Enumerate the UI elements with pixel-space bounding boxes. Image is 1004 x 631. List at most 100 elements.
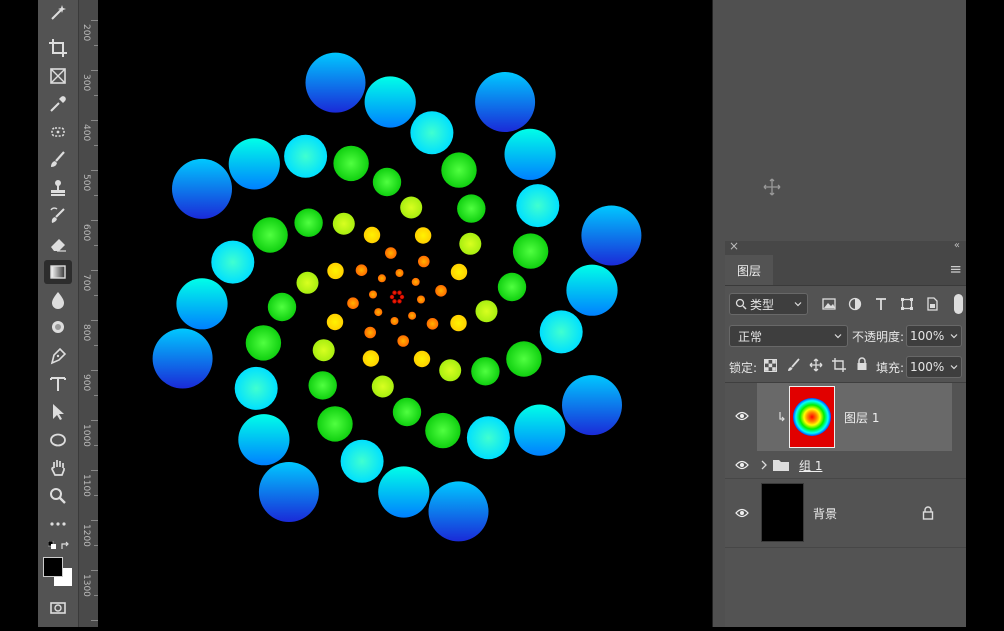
close-panel-icon[interactable]: × [729,239,739,253]
ruler-label: 600 [81,224,91,242]
fill-label: 填充: [876,361,905,375]
spiral-dot [411,277,420,286]
spiral-dot [450,263,468,281]
spiral-dot [426,318,439,330]
visibility-eye-icon[interactable] [735,460,749,470]
filter-label: 类型 [750,297,775,312]
spiral-dot [172,158,232,219]
dodge-icon[interactable] [44,316,72,340]
brush-icon[interactable] [44,148,72,172]
spiral-dot [294,208,323,237]
history-brush-icon[interactable] [44,204,72,228]
layer-filter-select[interactable]: 类型 [729,293,808,315]
spiral-dot [378,466,430,518]
search-icon [735,298,747,310]
spiral-dot [417,295,425,304]
lock-all-icon[interactable] [856,357,868,371]
ruler-label: 700 [81,274,91,292]
spiral-dot [497,272,527,302]
spiral-dot [326,313,344,331]
spiral-dot [340,439,384,483]
visibility-eye-icon[interactable] [735,508,749,518]
spiral-dot [562,375,622,436]
blend-mode-select[interactable]: 正常 [729,325,848,347]
lock-position-icon[interactable] [809,358,823,372]
visibility-eye-icon[interactable] [735,411,749,421]
ruler-label: 300 [81,74,91,92]
layer-row-layer1[interactable]: 图层 1 [725,383,966,451]
spiral-dot [399,294,405,300]
spiral-dot [389,294,395,300]
folder-icon [773,460,789,471]
layer-name[interactable]: 背景 [813,505,837,522]
more-tools-icon[interactable] [44,512,72,536]
eyedropper-icon[interactable] [44,92,72,116]
ruler-label: 500 [81,174,91,192]
layer-row-background[interactable]: 背景 [725,479,966,547]
spot-healing-icon[interactable] [44,120,72,144]
quick-mask-icon[interactable] [44,596,72,620]
spiral-dot [466,416,510,460]
filter-smart-object-icon[interactable] [925,297,939,311]
clone-stamp-icon[interactable] [44,176,72,200]
spiral-dot [392,290,397,295]
hand-icon[interactable] [44,456,72,480]
zoom-icon[interactable] [44,484,72,508]
fill-field[interactable]: 100% [906,356,962,378]
spiral-dots-artwork [152,52,642,542]
crop-icon[interactable] [44,36,72,60]
spiral-dot [245,325,282,361]
foreground-color-swatch[interactable] [43,557,63,577]
path-selection-icon[interactable] [44,400,72,424]
spiral-dot [397,335,410,347]
spiral-dot [284,134,328,178]
filter-type-icon[interactable] [874,297,888,311]
document-canvas[interactable] [98,0,712,627]
spiral-dot [400,196,423,219]
ruler-label: 1300 [81,574,91,597]
spiral-dot [312,339,335,362]
tab-layers[interactable]: 图层 [725,255,773,285]
spiral-dot [305,52,366,113]
spiral-dot [363,226,381,244]
lock-image-pixels-icon[interactable] [787,358,801,372]
swap-colors-icon[interactable] [60,536,70,549]
type-icon[interactable] [44,372,72,396]
vertical-ruler: 200 300 400 500 600 700 800 900 1000 110… [78,0,99,627]
filter-pixel-icon[interactable] [822,297,836,311]
ruler-label: 800 [81,324,91,342]
spiral-dot [364,76,416,128]
chevron-right-icon[interactable] [761,460,767,470]
spiral-dot [566,264,618,316]
blur-icon[interactable] [44,288,72,312]
opacity-field[interactable]: 100% [906,325,962,347]
layer-row-group1[interactable]: 组 1 [725,452,966,478]
gradient-tool-icon[interactable] [44,260,72,284]
ruler-label: 400 [81,124,91,142]
frame-icon[interactable] [44,64,72,88]
panel-menu-icon[interactable]: ≡ [949,260,962,278]
layer-name[interactable]: 组 1 [799,457,822,474]
magic-wand-icon[interactable] [44,0,72,24]
spiral-dot [516,184,560,228]
layer-name[interactable]: 图层 1 [844,409,879,426]
ruler-label: 1100 [81,474,91,497]
spiral-dot [238,414,290,466]
fill-value: 100% [910,360,945,374]
lock-transparent-pixels-icon[interactable] [764,359,777,372]
filter-adjustment-icon[interactable] [848,297,862,311]
spiral-dot [414,227,432,244]
spiral-dot [327,262,344,280]
filter-shape-icon[interactable] [900,297,914,311]
ellipse-icon[interactable] [44,428,72,452]
layers-panel: × « 图层 ≡ 类型 正常 不透明度: 100% 锁定: 填充: 100% 图… [725,239,966,627]
spiral-dot [176,278,228,330]
collapse-panel-icon[interactable]: « [954,240,960,251]
lock-artboard-icon[interactable] [832,358,846,372]
filter-toggle[interactable] [954,294,963,314]
eraser-icon[interactable] [44,232,72,256]
spiral-dot [514,404,566,456]
spiral-dot [234,366,278,410]
spiral-dot [228,138,280,190]
pen-icon[interactable] [44,344,72,368]
